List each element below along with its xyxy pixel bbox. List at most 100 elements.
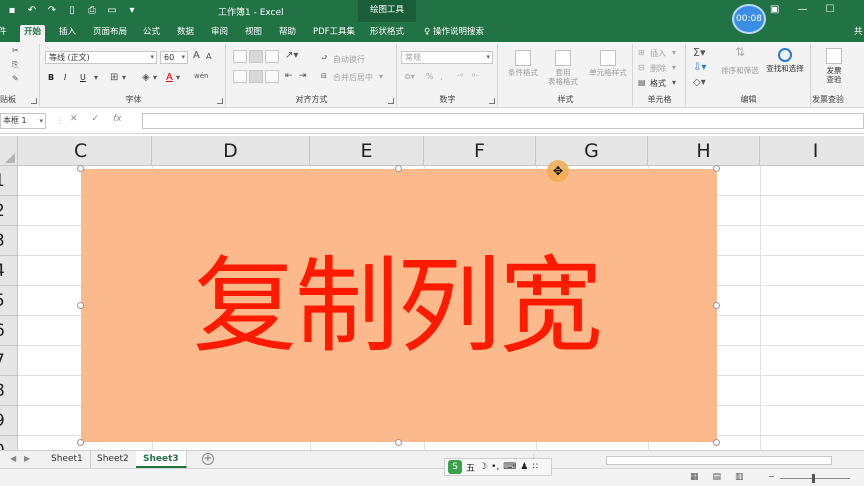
fill-color-icon[interactable]: ◈ — [142, 72, 150, 83]
open-folder-icon[interactable]: ▭ — [106, 4, 118, 16]
enter-icon[interactable]: ✓ — [92, 114, 100, 124]
borders-icon[interactable]: ⊞ — [110, 72, 118, 83]
increase-indent-icon[interactable]: ⇥ — [299, 71, 307, 81]
phonetic-button[interactable]: wén — [194, 72, 208, 80]
ribbon-display-icon[interactable]: ▣ — [770, 4, 779, 15]
resize-handle-bottom-right[interactable] — [713, 439, 720, 446]
font-name-select[interactable]: 等线 (正文) — [45, 51, 157, 64]
accounting-format-icon[interactable]: ⊜▾ — [404, 72, 415, 81]
tab-insert[interactable]: 插入 — [55, 25, 80, 42]
ime-logo-icon[interactable]: S — [448, 460, 462, 474]
normal-view-icon[interactable]: ▦ — [690, 472, 699, 482]
shape-text[interactable]: 复制列宽 — [193, 254, 603, 358]
print-preview-icon[interactable]: ⎙ — [86, 4, 98, 16]
punctuation-icon[interactable]: •, — [491, 462, 499, 472]
prev-sheet-icon[interactable]: ◀ — [10, 454, 16, 463]
format-cells-icon[interactable]: ▤ — [638, 78, 646, 87]
tell-me-search[interactable]: ♀ 操作说明搜索 — [420, 25, 488, 42]
next-sheet-icon[interactable]: ▶ — [24, 454, 30, 463]
row-header-3[interactable]: 3 — [0, 226, 18, 256]
wrap-text-icon[interactable]: ⮐ — [321, 54, 327, 65]
conditional-format-button[interactable]: 条件格式 — [501, 50, 545, 77]
row-header-1[interactable]: 1 — [0, 166, 18, 196]
share-button[interactable]: 共 — [850, 25, 864, 42]
borders-dropdown-icon[interactable]: ▾ — [122, 73, 126, 82]
number-launcher-icon[interactable] — [489, 98, 495, 104]
column-header-h[interactable]: H — [648, 136, 760, 166]
font-color-icon[interactable]: A — [166, 72, 173, 83]
tab-formulas[interactable]: 公式 — [139, 25, 164, 42]
resize-handle-top-left[interactable] — [77, 165, 84, 172]
cell-styles-button[interactable]: 单元格样式 — [583, 50, 633, 77]
decrease-decimal-icon[interactable]: ⁰⁻ — [472, 72, 479, 81]
delete-dropdown-icon[interactable]: ▾ — [672, 63, 676, 72]
minimize-icon[interactable]: — — [797, 4, 807, 15]
column-header-f[interactable]: F — [424, 136, 536, 166]
sheet-tab-sheet2[interactable]: Sheet2 — [90, 451, 137, 468]
customize-toolbar-icon[interactable]: ▾ — [126, 4, 138, 16]
tab-shape-format[interactable]: 形状格式 — [366, 25, 408, 42]
delete-cells-button[interactable]: 删除 — [650, 63, 666, 74]
insert-dropdown-icon[interactable]: ▾ — [672, 48, 676, 57]
save-icon[interactable]: ▪ — [6, 4, 18, 16]
insert-cells-button[interactable]: 插入 — [650, 48, 666, 59]
clear-icon[interactable]: ◇▾ — [693, 77, 706, 88]
tab-page-layout[interactable]: 页面布局 — [89, 25, 131, 42]
align-top-icon[interactable] — [233, 50, 247, 63]
page-layout-view-icon[interactable]: ▤ — [713, 472, 722, 482]
fill-color-dropdown-icon[interactable]: ▾ — [153, 73, 157, 82]
decrease-indent-icon[interactable]: ⇤ — [285, 71, 293, 81]
shrink-font-button[interactable]: A — [206, 52, 211, 61]
sheet-tab-sheet3[interactable]: Sheet3 — [136, 451, 187, 468]
page-break-view-icon[interactable]: ▥ — [735, 472, 744, 482]
text-box-shape[interactable]: 复制列宽 — [81, 169, 717, 442]
resize-handle-top[interactable] — [395, 165, 402, 172]
wrap-text-button[interactable]: 自动换行 — [333, 54, 365, 65]
format-dropdown-icon[interactable]: ▾ — [672, 78, 676, 87]
percent-button[interactable]: % — [426, 72, 434, 81]
moon-icon[interactable]: ☽ — [479, 462, 487, 472]
insert-cells-icon[interactable]: ⊞ — [638, 48, 645, 57]
maximize-icon[interactable]: ☐ — [825, 4, 834, 15]
row-header-10[interactable]: 0 — [0, 436, 18, 450]
formula-input[interactable] — [142, 113, 864, 129]
font-size-select[interactable]: 60 — [160, 51, 188, 64]
align-middle-icon[interactable] — [249, 50, 263, 63]
find-select-button[interactable]: 查找和选择 — [761, 48, 809, 73]
tab-data[interactable]: 数据 — [173, 25, 198, 42]
zoom-slider-thumb[interactable] — [812, 474, 815, 483]
row-header-4[interactable]: 4 — [0, 256, 18, 286]
autosum-icon[interactable]: Σ▾ — [693, 46, 705, 59]
number-format-select[interactable]: 常规 — [401, 51, 493, 64]
align-right-icon[interactable] — [265, 70, 279, 83]
orientation-icon[interactable]: ↗▾ — [285, 50, 298, 61]
add-sheet-icon[interactable]: + — [202, 453, 214, 465]
comma-button[interactable]: , — [440, 72, 443, 81]
cancel-icon[interactable]: ✕ — [70, 114, 78, 124]
column-header-c[interactable]: C — [18, 136, 152, 166]
table-format-button[interactable]: 套用 表格格式 — [541, 50, 585, 86]
resize-handle-left[interactable] — [77, 302, 84, 309]
underline-dropdown-icon[interactable]: ▾ — [94, 73, 98, 82]
format-cells-button[interactable]: 格式 — [650, 78, 666, 89]
zoom-slider[interactable] — [780, 478, 850, 479]
row-header-5[interactable]: 5 — [0, 286, 18, 316]
align-left-icon[interactable] — [233, 70, 247, 83]
zoom-out-icon[interactable]: − — [768, 472, 775, 481]
resize-handle-bottom-left[interactable] — [77, 439, 84, 446]
new-file-icon[interactable]: ▯ — [66, 4, 78, 16]
copy-icon[interactable]: ⎘ — [12, 60, 18, 70]
merge-dropdown-icon[interactable]: ▾ — [379, 72, 383, 81]
insert-function-icon[interactable]: fx — [113, 114, 122, 124]
keyboard-icon[interactable]: ⌨ — [503, 462, 516, 472]
row-header-2[interactable]: 2 — [0, 196, 18, 226]
column-header-e[interactable]: E — [310, 136, 424, 166]
tab-review[interactable]: 审阅 — [207, 25, 232, 42]
redo-icon[interactable]: ↷ — [46, 4, 58, 16]
underline-button[interactable]: U — [80, 73, 86, 82]
align-center-icon[interactable] — [249, 70, 263, 83]
fill-icon[interactable]: ⇩▾ — [693, 62, 706, 73]
grow-font-button[interactable]: A — [193, 50, 200, 61]
font-launcher-icon[interactable] — [217, 98, 223, 104]
tab-home[interactable]: 开始 — [20, 25, 46, 42]
